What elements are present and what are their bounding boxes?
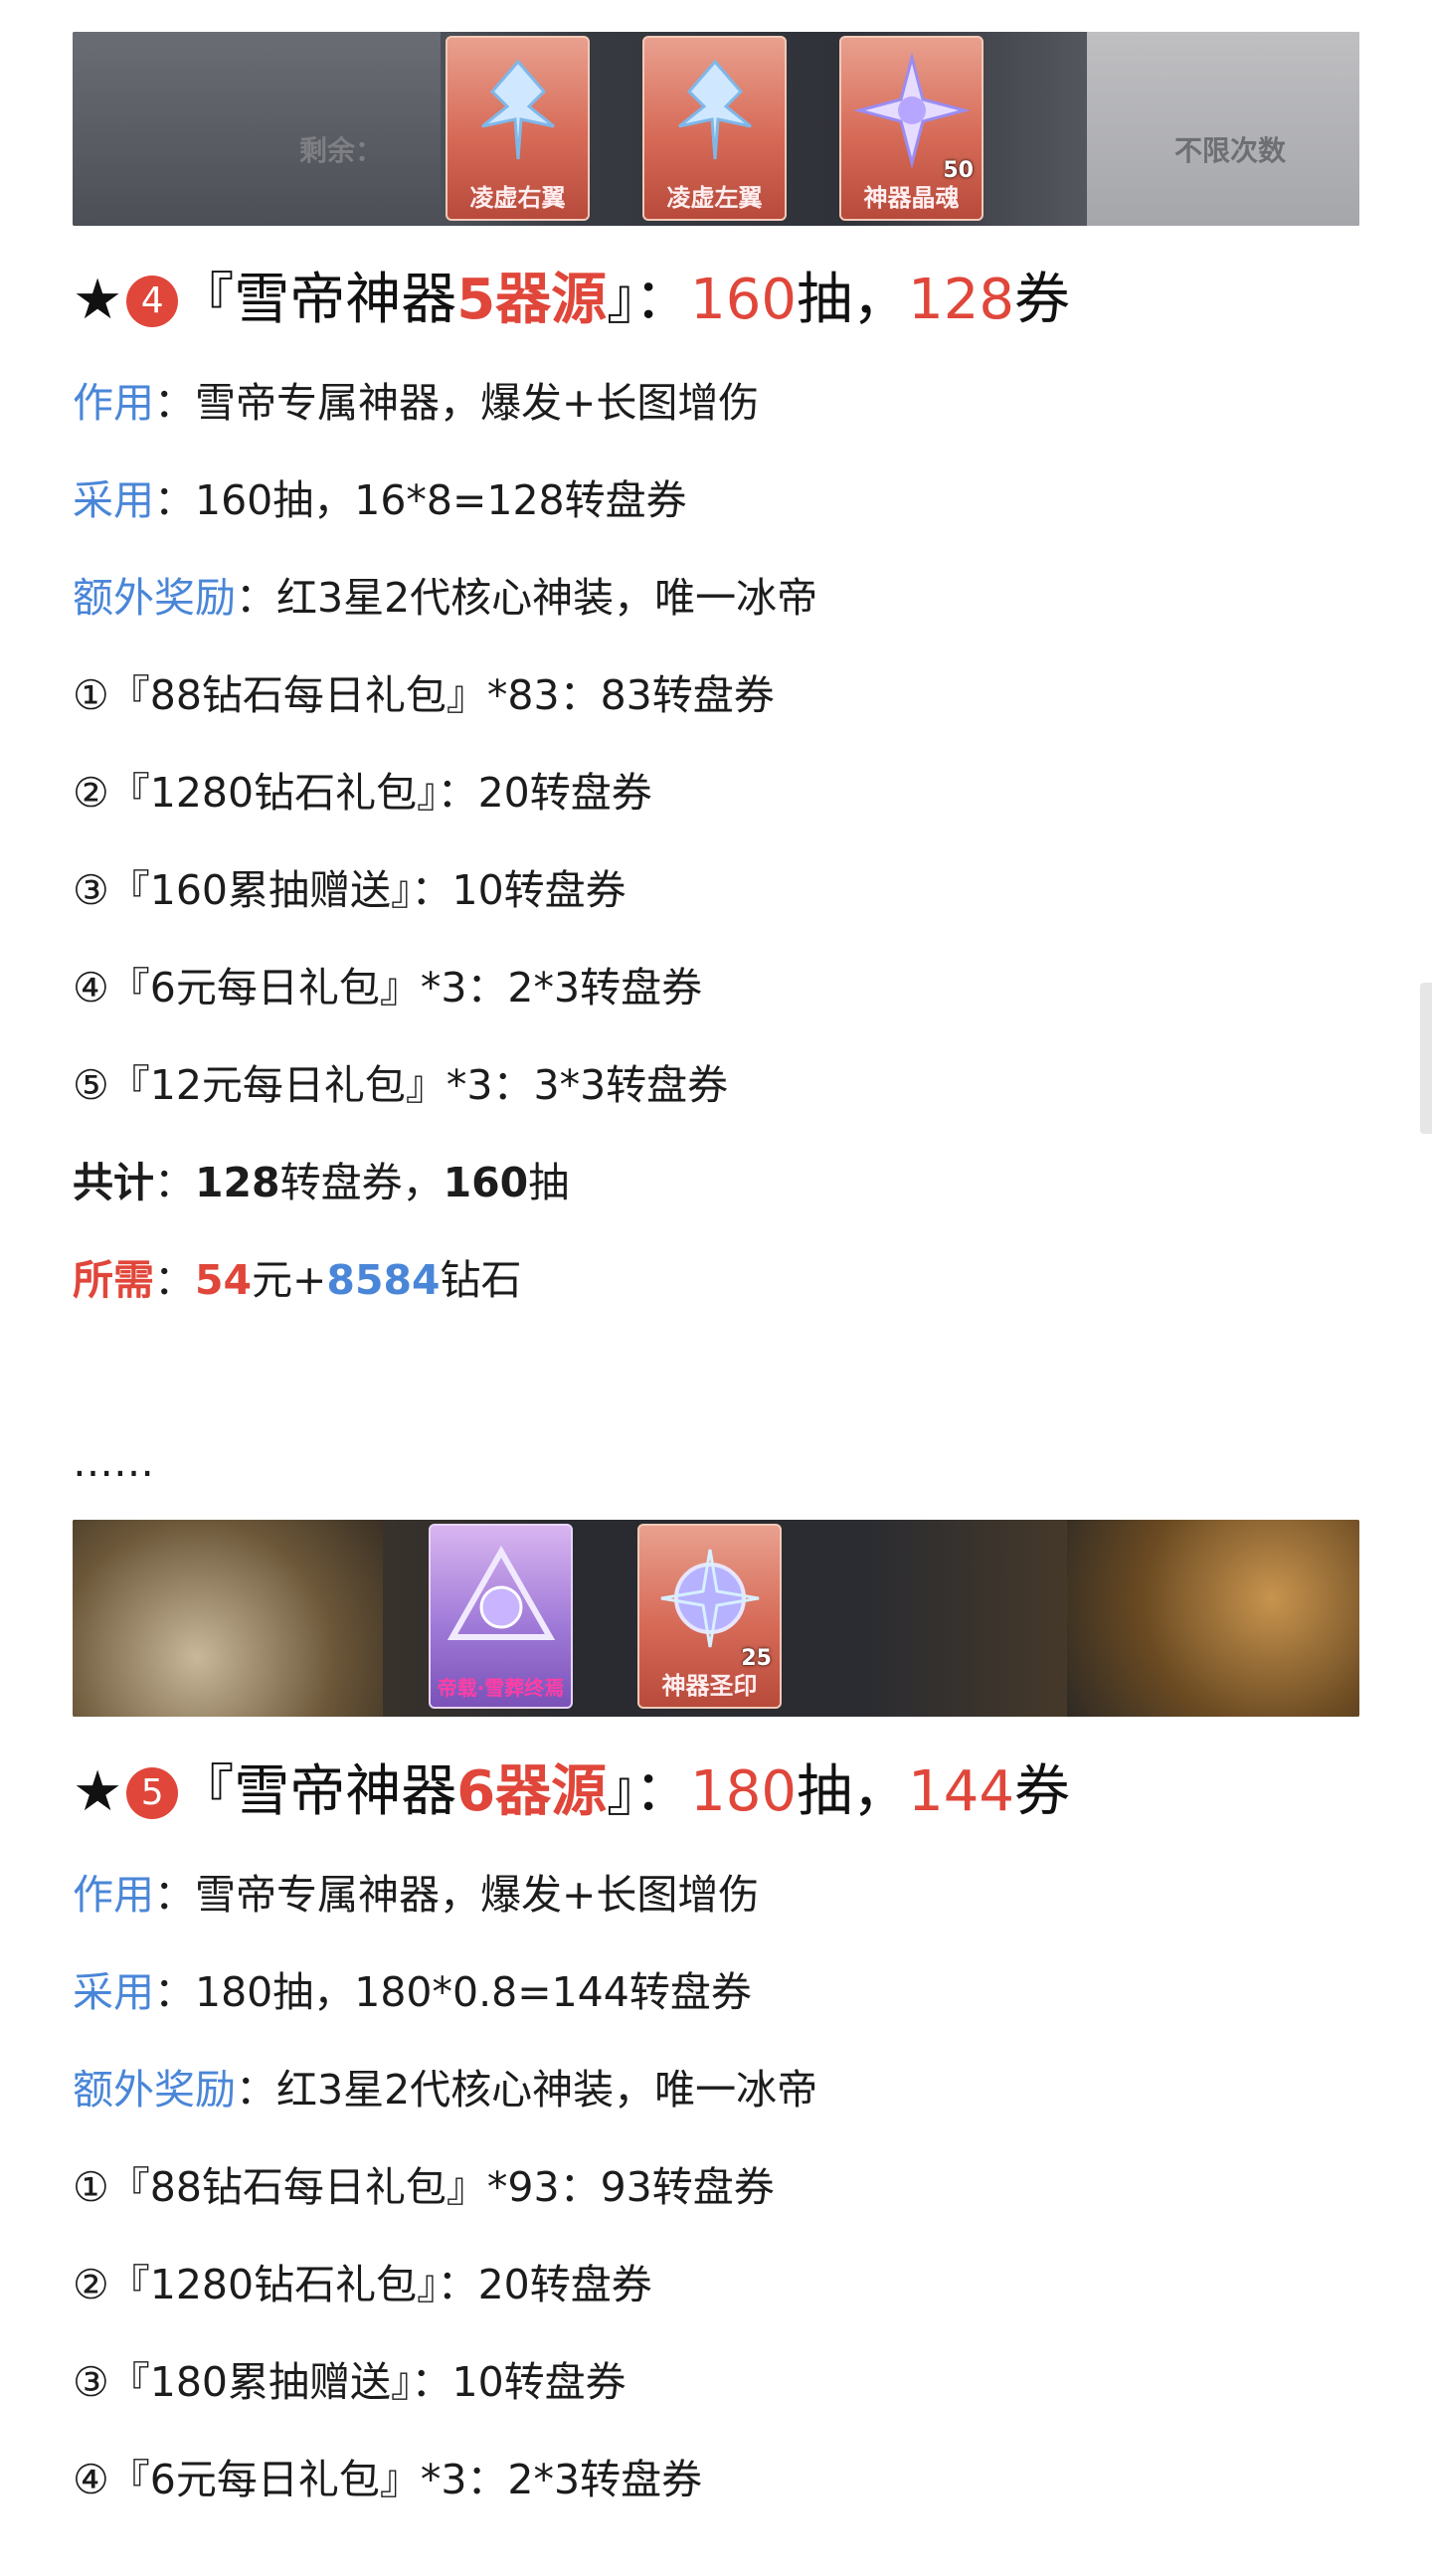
item-card-right-wing[interactable]: 凌虚右翼 [446, 36, 590, 221]
row-text: ：雪帝专属神器，爆发+长图增伤 [154, 379, 760, 427]
list-item: ③『160累抽赠送』：10转盘券 [73, 866, 626, 914]
info-row-adopt: 采用：180抽，180*0.8=144转盘券 [73, 1962, 752, 2022]
total-sep: ： [154, 1159, 195, 1206]
heading-level: 5器源 [456, 268, 608, 332]
cost-yuan: 54 [195, 1256, 253, 1304]
heading-draws: 180 [690, 1759, 798, 1824]
unlimited-label: 不限次数 [1174, 134, 1287, 167]
cost-sep: ： [154, 1256, 195, 1304]
list-item: ③『180累抽赠送』：10转盘券 [73, 2358, 626, 2406]
heading-title-prefix: 『雪帝神器 [178, 1759, 457, 1824]
item-banner-bottom: 帝载·雪葬终焉 25 神器圣印 [73, 1520, 1359, 1717]
heading-draws-unit: 抽， [797, 268, 909, 332]
item-label: 帝载·雪葬终焉 [437, 1676, 565, 1700]
item-label: 凌虚左翼 [666, 184, 763, 212]
cost-row: 所需：54元+8584钻石 [73, 1250, 522, 1310]
total-tickets-unit: 转盘券， [279, 1159, 444, 1206]
banner-left-panel [73, 1520, 383, 1717]
ellipsis-text: …… [73, 1438, 154, 1486]
section-heading-4: ★ 4 『雪帝神器5器源』：160抽，128券 [73, 261, 1070, 340]
star-icon: ★ [73, 268, 123, 332]
number-badge: 4 [126, 276, 179, 327]
item-label: 神器圣印 [661, 1672, 758, 1700]
section-heading-5: ★ 5 『雪帝神器6器源』：180抽，144券 [73, 1752, 1070, 1832]
list-item: ②『1280钻石礼包』：20转盘券 [73, 769, 652, 817]
row-key: 额外奖励 [73, 2066, 236, 2114]
cost-diamond: 8584 [326, 1256, 441, 1304]
heading-draws: 160 [690, 268, 798, 332]
item-card-artifact[interactable]: 帝载·雪葬终焉 [429, 1524, 573, 1709]
row-key: 作用 [73, 379, 154, 427]
info-row-bonus: 额外奖励：红3星2代核心神装，唯一冰帝 [73, 2060, 817, 2119]
total-draws-unit: 抽 [528, 1159, 570, 1206]
heading-tickets-unit: 券 [1013, 268, 1070, 332]
total-row: 共计：128转盘券，160抽 [73, 1153, 569, 1212]
total-draws: 160 [443, 1159, 529, 1206]
item-banner-top: 剩余： 不限次数 凌虚右翼 凌虚左翼 50 神器晶魂 [73, 32, 1359, 226]
number-badge: 5 [126, 1767, 179, 1819]
heading-title-suffix: 』： [607, 1759, 691, 1824]
heading-tickets: 128 [908, 268, 1014, 332]
cost-diamond-unit: 钻石 [440, 1256, 522, 1304]
info-row-effect: 作用：雪帝专属神器，爆发+长图增伤 [73, 1865, 759, 1925]
banner-right-panel: 不限次数 [1087, 32, 1359, 226]
total-tickets: 128 [195, 1159, 280, 1206]
heading-draws-unit: 抽， [797, 1759, 909, 1824]
list-item: ②『1280钻石礼包』：20转盘券 [73, 2261, 652, 2308]
heading-tickets-unit: 券 [1013, 1759, 1070, 1824]
row-key: 采用 [73, 1968, 154, 2016]
crystal-icon [853, 52, 971, 169]
list-item: ④『6元每日礼包』*3：2*3转盘券 [73, 2456, 703, 2503]
banner-right-panel [1067, 1520, 1359, 1717]
star-icon: ★ [73, 1759, 123, 1824]
list-item: ⑤『12元每日礼包』*3：3*3转盘券 [73, 1061, 729, 1109]
row-text: ：红3星2代核心神装，唯一冰帝 [236, 574, 818, 622]
heading-title-prefix: 『雪帝神器 [178, 268, 457, 332]
cost-key: 所需 [73, 1256, 154, 1304]
info-row-effect: 作用：雪帝专属神器，爆发+长图增伤 [73, 373, 759, 433]
row-text: ：180抽，180*0.8=144转盘券 [154, 1968, 752, 2016]
info-row-bonus: 额外奖励：红3星2代核心神装，唯一冰帝 [73, 568, 817, 628]
heading-tickets: 144 [908, 1759, 1014, 1824]
orb-icon [660, 1549, 760, 1648]
banner-left-panel: 剩余： [73, 32, 441, 226]
row-text: ：红3星2代核心神装，唯一冰帝 [236, 2066, 818, 2114]
wing-icon [678, 59, 752, 160]
list-item: ①『88钻石每日礼包』*93：93转盘券 [73, 2163, 775, 2211]
heading-level: 6器源 [456, 1759, 608, 1824]
item-card-left-wing[interactable]: 凌虚左翼 [642, 36, 787, 221]
item-label: 凌虚右翼 [469, 184, 566, 212]
list-item: ④『6元每日礼包』*3：2*3转盘券 [73, 964, 703, 1012]
row-key: 采用 [73, 476, 154, 524]
item-card-soul-crystal[interactable]: 50 神器晶魂 [839, 36, 984, 221]
list-item: ①『88钻石每日礼包』*83：83转盘券 [73, 671, 775, 719]
heading-title-suffix: 』： [607, 268, 691, 332]
row-key: 作用 [73, 1871, 154, 1919]
scrollbar-thumb[interactable] [1420, 983, 1432, 1134]
item-label: 神器晶魂 [863, 184, 960, 212]
wing-icon [481, 59, 555, 160]
item-card-holy-seal[interactable]: 25 神器圣印 [637, 1524, 782, 1709]
triangle-emblem-icon [447, 1545, 556, 1640]
cost-yuan-unit: 元+ [252, 1256, 327, 1304]
info-row-adopt: 采用：160抽，16*8=128转盘券 [73, 470, 687, 530]
row-text: ：160抽，16*8=128转盘券 [154, 476, 687, 524]
remaining-label: 剩余： [299, 134, 384, 167]
row-text: ：雪帝专属神器，爆发+长图增伤 [154, 1871, 760, 1919]
total-key: 共计 [73, 1159, 154, 1206]
row-key: 额外奖励 [73, 574, 236, 622]
